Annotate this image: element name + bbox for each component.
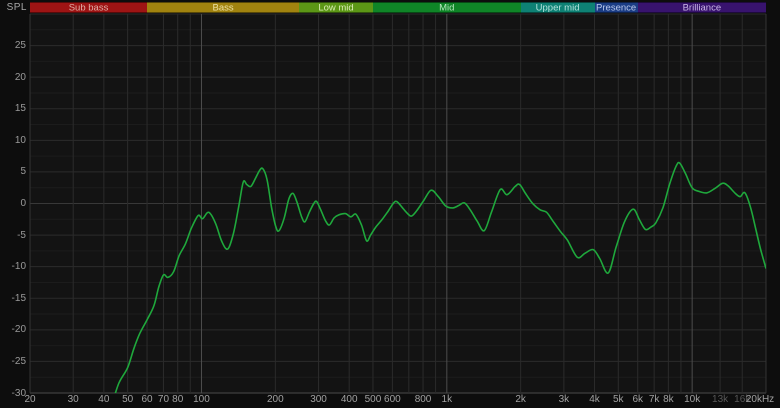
x-tick-label: 5k [613,394,624,405]
x-tick-label: 30 [67,394,79,405]
y-tick-label: 5 [20,166,26,178]
x-tick-label: 7k [648,394,660,405]
x-tick-label: 8k [663,394,674,405]
y-tick-label: -25 [11,355,26,367]
x-tick-label: 60 [141,394,153,405]
y-tick-label: 20 [14,71,26,83]
y-tick-label: -30 [11,387,26,399]
x-tick-label: 20 [24,394,36,405]
x-tick-label: 50 [122,394,134,405]
y-tick-label: -10 [11,261,26,273]
x-tick-label: 1k [441,394,453,405]
x-tick-label: 600 [384,394,401,405]
x-tick-label: 2k [515,394,526,405]
y-tick-label: 0 [20,198,26,209]
x-tick-label: 13k [712,394,729,405]
x-tick-label: 100 [193,394,210,405]
frequency-response-plot [29,13,767,394]
x-tick-label: 200 [266,394,284,405]
y-tick-label: 25 [14,40,26,52]
y-tick-label: 10 [14,134,26,146]
y-tick-label: -5 [17,229,26,241]
x-tick-label: 80 [172,394,184,405]
x-tick-label: 800 [414,394,432,405]
x-tick-label: 10k [684,394,701,405]
x-tick-label: 40 [98,394,110,405]
y-tick-label: -20 [11,324,26,336]
x-tick-label: 400 [340,394,358,405]
x-tick-label: 6k [632,394,643,405]
x-tick-label: 300 [310,394,327,405]
x-tick-label: 4k [589,394,600,405]
y-tick-label: 15 [14,103,26,115]
x-tick-label: 20kHz [745,394,775,405]
x-tick-label: 500 [364,394,382,405]
y-tick-label: -15 [11,292,26,304]
x-tick-label: 70 [157,394,170,405]
x-tick-label: 3k [558,394,570,405]
spl-frequency-chart: SPL Sub bass Bass Low mid Mid Upper mid Prese… [0,0,780,408]
